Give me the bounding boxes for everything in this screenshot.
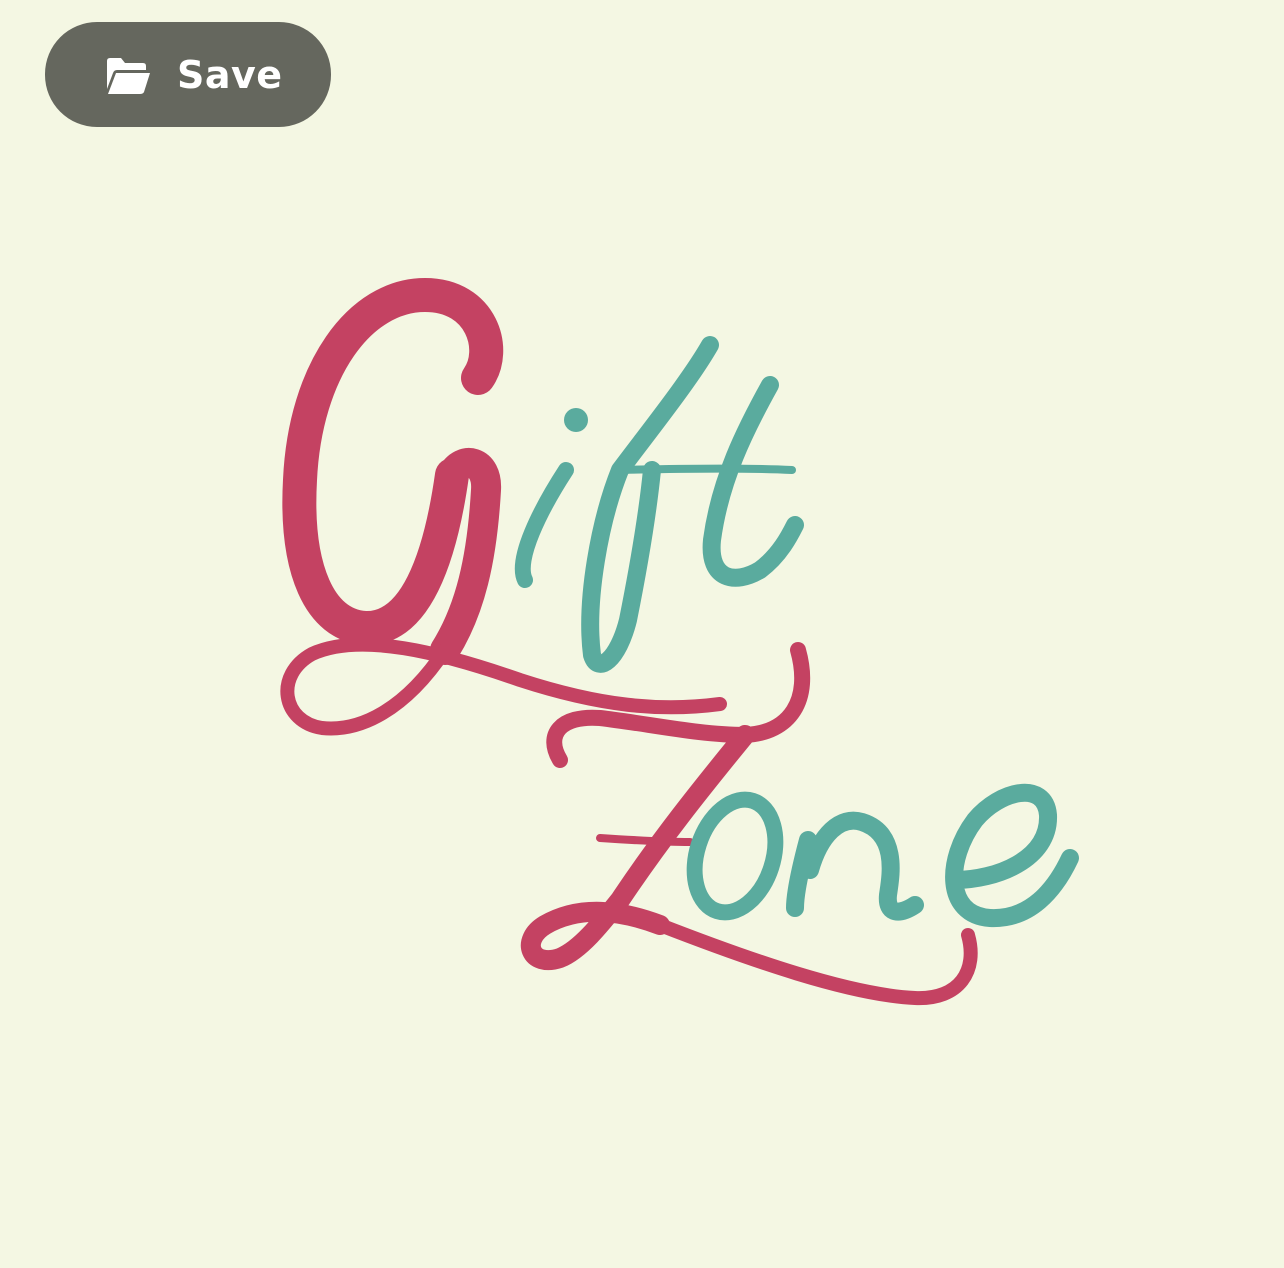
- page: Save: [0, 0, 1284, 1268]
- logo-word-gift: [280, 278, 804, 736]
- gift-zone-logo: [280, 278, 1079, 1006]
